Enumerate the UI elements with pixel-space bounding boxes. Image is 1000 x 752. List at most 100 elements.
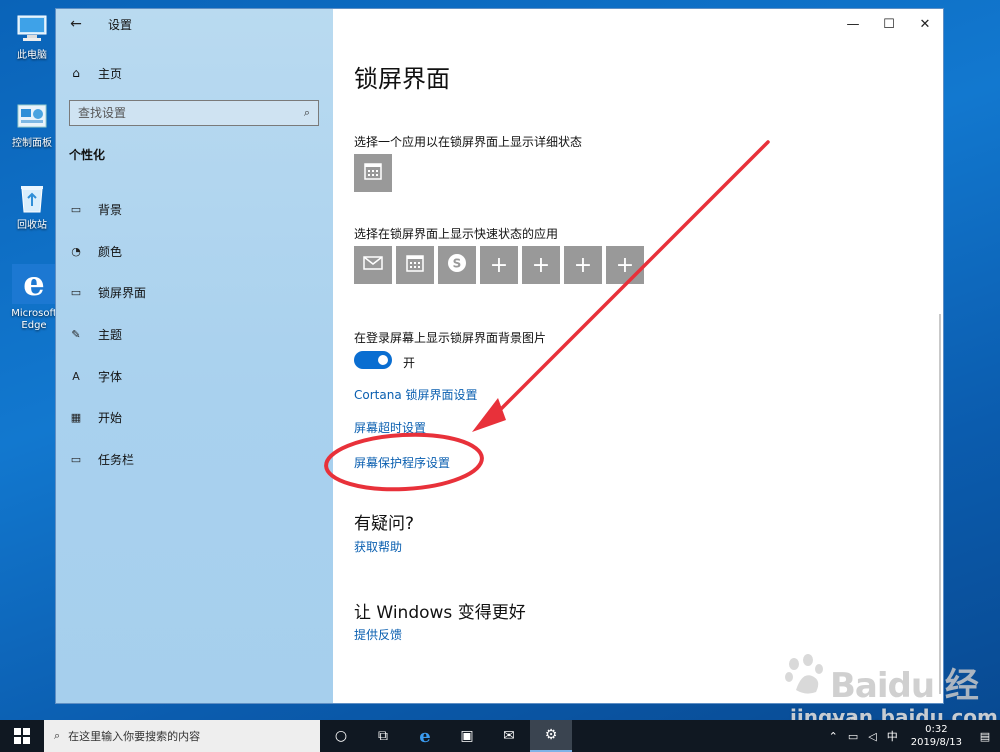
start-icon: ▦ (70, 411, 82, 425)
background-toggle-label: 在登录屏幕上显示锁屏界面背景图片 (354, 331, 547, 345)
toggle-state-label: 开 (403, 356, 416, 370)
sidebar-item-fonts[interactable]: A 字体 (56, 355, 333, 397)
calendar-icon (405, 253, 425, 277)
back-button[interactable]: ← (56, 9, 96, 39)
taskbar-search-input[interactable] (68, 729, 310, 743)
screen-timeout-settings-link[interactable]: 屏幕超时设置 (354, 419, 426, 436)
desktop-icon-this-pc[interactable]: 此电脑 (4, 10, 60, 62)
sidebar-item-label: 主页 (98, 66, 123, 81)
theme-icon: ✎ (71, 328, 81, 342)
quick-status-tile-add[interactable]: + (480, 246, 518, 284)
plus-icon: + (531, 252, 551, 278)
settings-sidebar: ← 设置 ⌂ 主页 ⌕ 个性化 ▭ 背景 ◔ 颜色 ▭ 锁屏界面 (56, 9, 333, 703)
clock[interactable]: 0:32 2019/8/13 (903, 723, 970, 749)
minimize-icon: — (846, 16, 860, 32)
palette-icon: ◔ (71, 244, 81, 258)
sidebar-item-label: 颜色 (98, 244, 123, 259)
quick-status-tile-mail[interactable] (354, 246, 392, 284)
quick-status-tile-add[interactable]: + (522, 246, 560, 284)
screensaver-settings-link[interactable]: 屏幕保护程序设置 (354, 454, 450, 471)
plus-icon: + (615, 252, 635, 278)
desktop-icon-edge[interactable]: e Microsoft Edge (6, 264, 62, 332)
lock-screen-icon: ▭ (70, 286, 82, 300)
sidebar-item-themes[interactable]: ✎ 主题 (56, 314, 333, 356)
quick-status-tile-add[interactable]: + (564, 246, 602, 284)
sidebar-item-start[interactable]: ▦ 开始 (56, 397, 333, 439)
quick-status-tile-skype[interactable]: S (438, 246, 476, 284)
search-icon[interactable]: ⌕ (304, 106, 310, 120)
taskbar-store-button[interactable]: ▣ (446, 720, 488, 752)
task-view-button[interactable]: ⧉ (362, 720, 404, 752)
sidebar-item-taskbar[interactable]: ▭ 任务栏 (56, 439, 333, 481)
sidebar-item-colors[interactable]: ◔ 颜色 (56, 231, 333, 273)
cortana-button[interactable]: ○ (320, 720, 362, 752)
sidebar-item-label: 任务栏 (98, 452, 135, 467)
windows-logo-icon (14, 728, 30, 744)
computer-icon (12, 10, 52, 46)
sidebar-item-label: 主题 (98, 328, 123, 343)
maximize-button[interactable]: ☐ (871, 9, 907, 39)
arrow-left-icon: ← (70, 16, 82, 32)
clock-time: 0:32 (925, 724, 948, 735)
sidebar-item-label: 背景 (98, 203, 123, 218)
network-icon[interactable]: ▭ (843, 730, 863, 743)
sidebar-item-lock-screen[interactable]: ▭ 锁屏界面 (56, 272, 333, 314)
sidebar-item-label: 字体 (98, 369, 123, 384)
watermark: Baidu 经验 jingyan.baidu.com (780, 650, 998, 752)
chevron-up-icon[interactable]: ⌃ (824, 730, 843, 743)
scrollbar[interactable] (939, 314, 941, 694)
taskbar-edge-button[interactable]: e (404, 720, 446, 752)
minimize-button[interactable]: — (835, 9, 871, 39)
settings-content: — ☐ ✕ 锁屏界面 选择一个应用以在锁屏界面上显示详细状态 选择在锁屏界面上显… (333, 9, 943, 703)
quick-status-tile-calendar[interactable] (396, 246, 434, 284)
notification-icon: ▤ (979, 729, 991, 743)
cortana-lock-screen-settings-link[interactable]: Cortana 锁屏界面设置 (354, 386, 478, 403)
question-heading: 有疑问? (354, 514, 415, 534)
sidebar-item-label: 开始 (98, 411, 123, 426)
start-button[interactable] (0, 720, 44, 752)
skype-icon: S (446, 252, 468, 278)
page-title: 锁屏界面 (354, 65, 450, 93)
sidebar-item-home[interactable]: ⌂ 主页 (68, 61, 122, 85)
close-button[interactable]: ✕ (907, 9, 943, 39)
desktop-icon-recycle-bin[interactable]: 回收站 (4, 180, 60, 232)
window-controls: — ☐ ✕ (835, 9, 943, 39)
sidebar-nav: ▭ 背景 ◔ 颜色 ▭ 锁屏界面 ✎ 主题 A 字体 ▦ 开始 ▭ 任务栏 (56, 189, 333, 480)
edge-icon: e (419, 725, 431, 747)
background-toggle[interactable] (354, 351, 392, 369)
store-bag-icon: ▣ (460, 728, 474, 744)
maximize-icon: ☐ (883, 16, 895, 32)
image-icon: ▭ (70, 203, 82, 217)
taskbar: ⌕ ○ ⧉ e ▣ ✉ ⚙ ⌃ ▭ ◁ 中 0:32 2019/8/13 ▤ (0, 720, 1000, 752)
desktop-icon-label: 控制面板 (12, 138, 52, 149)
sidebar-item-background[interactable]: ▭ 背景 (56, 189, 333, 231)
ime-indicator[interactable]: 中 (882, 728, 903, 744)
quick-status-label: 选择在锁屏界面上显示快速状态的应用 (354, 227, 559, 241)
settings-search: ⌕ (69, 100, 319, 126)
notification-button[interactable]: ▤ (970, 720, 1000, 752)
svg-text:S: S (453, 257, 462, 271)
desktop-icon-label: 此电脑 (17, 50, 47, 61)
mail-icon: ✉ (503, 728, 515, 744)
desktop-icon-control-panel[interactable]: 控制面板 (4, 98, 60, 150)
titlebar: ← 设置 (56, 9, 333, 39)
cortana-circle-icon: ○ (334, 728, 348, 744)
feedback-link[interactable]: 提供反馈 (354, 626, 402, 643)
taskbar-mail-button[interactable]: ✉ (488, 720, 530, 752)
edge-icon: e (12, 264, 56, 304)
search-input[interactable] (78, 106, 304, 120)
home-icon: ⌂ (72, 66, 80, 80)
close-icon: ✕ (919, 16, 931, 32)
plus-icon: + (489, 252, 509, 278)
recycle-bin-icon (12, 180, 52, 216)
volume-icon[interactable]: ◁ (863, 730, 881, 743)
settings-window: ← 设置 ⌂ 主页 ⌕ 个性化 ▭ 背景 ◔ 颜色 ▭ 锁屏界面 (55, 8, 944, 704)
taskbar-search: ⌕ (44, 720, 320, 752)
taskbar-icon: ▭ (70, 452, 82, 466)
paw-icon (785, 654, 823, 694)
detail-status-app-tile[interactable] (354, 154, 392, 192)
quick-status-tile-add[interactable]: + (606, 246, 644, 284)
taskbar-settings-button[interactable]: ⚙ (530, 720, 572, 752)
get-help-link[interactable]: 获取帮助 (354, 538, 402, 555)
control-panel-icon (12, 98, 52, 134)
